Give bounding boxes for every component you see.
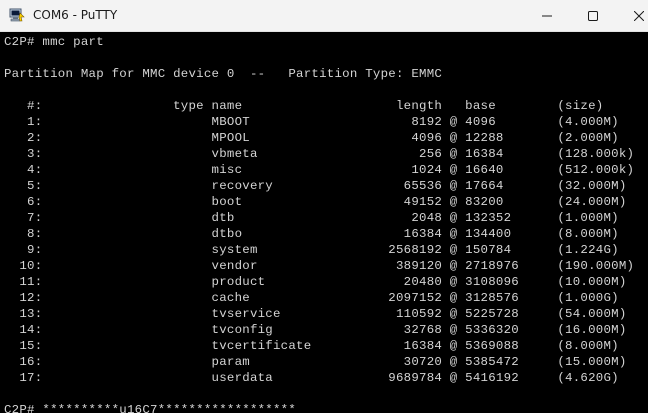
terminal-line: 6: boot 49152 @ 83200 (24.000M) <box>4 195 627 209</box>
terminal-line: 16: param 30720 @ 5385472 (15.000M) <box>4 355 627 369</box>
terminal-line: 1: MBOOT 8192 @ 4096 (4.000M) <box>4 115 619 129</box>
terminal-line: 14: tvconfig 32768 @ 5336320 (16.000M) <box>4 323 627 337</box>
minimize-button[interactable] <box>524 0 570 32</box>
close-icon <box>634 11 644 21</box>
terminal-line: C2P# mmc part <box>4 35 104 49</box>
maximize-icon <box>588 11 598 21</box>
terminal-line: 17: userdata 9689784 @ 5416192 (4.620G) <box>4 371 619 385</box>
terminal-line: 10: vendor 389120 @ 2718976 (190.000M) <box>4 259 635 273</box>
terminal-line: 13: tvservice 110592 @ 5225728 (54.000M) <box>4 307 627 321</box>
terminal-line: 3: vbmeta 256 @ 16384 (128.000k) <box>4 147 635 161</box>
putty-window: COM6 - PuTTY C2P# mmc part Partition Map… <box>0 0 648 413</box>
putty-app-icon[interactable] <box>9 8 25 23</box>
terminal-line: 5: recovery 65536 @ 17664 (32.000M) <box>4 179 627 193</box>
terminal-line: 8: dtbo 16384 @ 134400 (8.000M) <box>4 227 619 241</box>
terminal-line: 4: misc 1024 @ 16640 (512.000k) <box>4 163 635 177</box>
title-bar[interactable]: COM6 - PuTTY <box>0 0 648 32</box>
terminal-line: 15: tvcertificate 16384 @ 5369088 (8.000… <box>4 339 619 353</box>
maximize-button[interactable] <box>570 0 616 32</box>
terminal-line: #: type name length base (size) <box>4 99 604 113</box>
terminal-line: 7: dtb 2048 @ 132352 (1.000M) <box>4 211 619 225</box>
terminal-line: 11: product 20480 @ 3108096 (10.000M) <box>4 275 627 289</box>
terminal-line: C2P# **********u16C7****************** <box>4 403 297 413</box>
terminal-line: 12: cache 2097152 @ 3128576 (1.000G) <box>4 291 619 305</box>
close-button[interactable] <box>616 0 648 32</box>
minimize-icon <box>542 15 552 17</box>
terminal-line: Partition Map for MMC device 0 -- Partit… <box>4 67 443 81</box>
terminal-area[interactable]: C2P# mmc part Partition Map for MMC devi… <box>0 32 648 413</box>
terminal-line: 2: MPOOL 4096 @ 12288 (2.000M) <box>4 131 619 145</box>
terminal-line: 9: system 2568192 @ 150784 (1.224G) <box>4 243 619 257</box>
window-title: COM6 - PuTTY <box>33 8 118 22</box>
